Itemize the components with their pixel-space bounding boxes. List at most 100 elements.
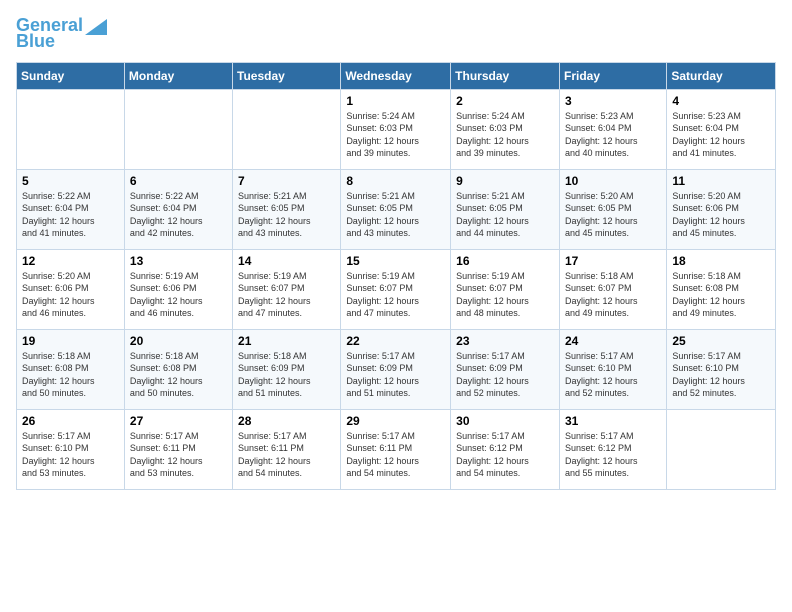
day-number: 3 — [565, 94, 661, 108]
day-number: 26 — [22, 414, 119, 428]
day-number: 31 — [565, 414, 661, 428]
day-number: 20 — [130, 334, 227, 348]
calendar-cell: 8 Sunrise: 5:21 AM Sunset: 6:05 PM Daylig… — [341, 169, 451, 249]
day-number: 23 — [456, 334, 554, 348]
day-number: 7 — [238, 174, 335, 188]
day-info: Sunrise: 5:17 AM Sunset: 6:11 PM Dayligh… — [346, 430, 445, 480]
day-number: 4 — [672, 94, 770, 108]
calendar-header-sunday: Sunday — [17, 62, 125, 89]
day-info: Sunrise: 5:18 AM Sunset: 6:08 PM Dayligh… — [22, 350, 119, 400]
day-number: 19 — [22, 334, 119, 348]
day-info: Sunrise: 5:17 AM Sunset: 6:10 PM Dayligh… — [22, 430, 119, 480]
day-number: 13 — [130, 254, 227, 268]
calendar-week-row: 26 Sunrise: 5:17 AM Sunset: 6:10 PM Dayli… — [17, 409, 776, 489]
day-number: 28 — [238, 414, 335, 428]
day-info: Sunrise: 5:21 AM Sunset: 6:05 PM Dayligh… — [456, 190, 554, 240]
logo: General Blue — [16, 16, 107, 52]
calendar-cell: 17 Sunrise: 5:18 AM Sunset: 6:07 PM Dayli… — [559, 249, 666, 329]
calendar-cell: 3 Sunrise: 5:23 AM Sunset: 6:04 PM Daylig… — [559, 89, 666, 169]
day-number: 18 — [672, 254, 770, 268]
day-info: Sunrise: 5:17 AM Sunset: 6:09 PM Dayligh… — [346, 350, 445, 400]
day-info: Sunrise: 5:18 AM Sunset: 6:08 PM Dayligh… — [672, 270, 770, 320]
calendar-cell: 24 Sunrise: 5:17 AM Sunset: 6:10 PM Dayli… — [559, 329, 666, 409]
day-number: 9 — [456, 174, 554, 188]
day-number: 14 — [238, 254, 335, 268]
calendar-cell: 16 Sunrise: 5:19 AM Sunset: 6:07 PM Dayli… — [451, 249, 560, 329]
calendar-header-row: SundayMondayTuesdayWednesdayThursdayFrid… — [17, 62, 776, 89]
day-info: Sunrise: 5:18 AM Sunset: 6:09 PM Dayligh… — [238, 350, 335, 400]
calendar-header-wednesday: Wednesday — [341, 62, 451, 89]
day-number: 30 — [456, 414, 554, 428]
day-info: Sunrise: 5:19 AM Sunset: 6:07 PM Dayligh… — [238, 270, 335, 320]
calendar-cell: 14 Sunrise: 5:19 AM Sunset: 6:07 PM Dayli… — [233, 249, 341, 329]
day-number: 11 — [672, 174, 770, 188]
day-info: Sunrise: 5:19 AM Sunset: 6:06 PM Dayligh… — [130, 270, 227, 320]
calendar-cell: 20 Sunrise: 5:18 AM Sunset: 6:08 PM Dayli… — [124, 329, 232, 409]
calendar-cell — [233, 89, 341, 169]
day-info: Sunrise: 5:17 AM Sunset: 6:10 PM Dayligh… — [565, 350, 661, 400]
day-number: 17 — [565, 254, 661, 268]
calendar-cell: 27Sunrise: 5:17 AM Sunset: 6:11 PM Dayli… — [124, 409, 232, 489]
calendar-week-row: 12Sunrise: 5:20 AM Sunset: 6:06 PM Dayli… — [17, 249, 776, 329]
calendar-header-thursday: Thursday — [451, 62, 560, 89]
calendar-cell: 6Sunrise: 5:22 AM Sunset: 6:04 PM Daylig… — [124, 169, 232, 249]
day-info: Sunrise: 5:23 AM Sunset: 6:04 PM Dayligh… — [565, 110, 661, 160]
calendar-cell: 1 Sunrise: 5:24 AM Sunset: 6:03 PM Daylig… — [341, 89, 451, 169]
day-info: Sunrise: 5:19 AM Sunset: 6:07 PM Dayligh… — [346, 270, 445, 320]
calendar-cell: 22 Sunrise: 5:17 AM Sunset: 6:09 PM Dayli… — [341, 329, 451, 409]
day-number: 5 — [22, 174, 119, 188]
day-number: 15 — [346, 254, 445, 268]
calendar-cell: 2Sunrise: 5:24 AM Sunset: 6:03 PM Daylig… — [451, 89, 560, 169]
calendar-cell: 26 Sunrise: 5:17 AM Sunset: 6:10 PM Dayli… — [17, 409, 125, 489]
day-number: 12 — [22, 254, 119, 268]
logo-blue-text: Blue — [16, 32, 55, 52]
day-number: 25 — [672, 334, 770, 348]
day-info: Sunrise: 5:22 AM Sunset: 6:04 PM Dayligh… — [22, 190, 119, 240]
day-number: 22 — [346, 334, 445, 348]
calendar-week-row: 1 Sunrise: 5:24 AM Sunset: 6:03 PM Daylig… — [17, 89, 776, 169]
calendar-cell — [124, 89, 232, 169]
day-info: Sunrise: 5:17 AM Sunset: 6:11 PM Dayligh… — [238, 430, 335, 480]
calendar-cell: 23 Sunrise: 5:17 AM Sunset: 6:09 PM Dayli… — [451, 329, 560, 409]
calendar-cell: 12Sunrise: 5:20 AM Sunset: 6:06 PM Dayli… — [17, 249, 125, 329]
day-info: Sunrise: 5:22 AM Sunset: 6:04 PM Dayligh… — [130, 190, 227, 240]
day-info: Sunrise: 5:18 AM Sunset: 6:07 PM Dayligh… — [565, 270, 661, 320]
day-number: 16 — [456, 254, 554, 268]
day-info: Sunrise: 5:17 AM Sunset: 6:11 PM Dayligh… — [130, 430, 227, 480]
calendar-cell: 13 Sunrise: 5:19 AM Sunset: 6:06 PM Dayli… — [124, 249, 232, 329]
calendar-cell: 31Sunrise: 5:17 AM Sunset: 6:12 PM Dayli… — [559, 409, 666, 489]
calendar-cell — [667, 409, 776, 489]
day-info: Sunrise: 5:20 AM Sunset: 6:05 PM Dayligh… — [565, 190, 661, 240]
calendar-week-row: 19 Sunrise: 5:18 AM Sunset: 6:08 PM Dayli… — [17, 329, 776, 409]
calendar-table: SundayMondayTuesdayWednesdayThursdayFrid… — [16, 62, 776, 490]
calendar-cell — [17, 89, 125, 169]
calendar-cell: 29 Sunrise: 5:17 AM Sunset: 6:11 PM Dayli… — [341, 409, 451, 489]
calendar-cell: 19 Sunrise: 5:18 AM Sunset: 6:08 PM Dayli… — [17, 329, 125, 409]
day-number: 21 — [238, 334, 335, 348]
day-info: Sunrise: 5:18 AM Sunset: 6:08 PM Dayligh… — [130, 350, 227, 400]
calendar-cell: 30Sunrise: 5:17 AM Sunset: 6:12 PM Dayli… — [451, 409, 560, 489]
calendar-cell: 18 Sunrise: 5:18 AM Sunset: 6:08 PM Dayli… — [667, 249, 776, 329]
day-number: 8 — [346, 174, 445, 188]
calendar-cell: 4 Sunrise: 5:23 AM Sunset: 6:04 PM Daylig… — [667, 89, 776, 169]
day-info: Sunrise: 5:17 AM Sunset: 6:10 PM Dayligh… — [672, 350, 770, 400]
day-number: 29 — [346, 414, 445, 428]
day-number: 24 — [565, 334, 661, 348]
calendar-header-monday: Monday — [124, 62, 232, 89]
logo-icon — [85, 19, 107, 35]
day-info: Sunrise: 5:21 AM Sunset: 6:05 PM Dayligh… — [346, 190, 445, 240]
day-number: 1 — [346, 94, 445, 108]
calendar-cell: 5 Sunrise: 5:22 AM Sunset: 6:04 PM Daylig… — [17, 169, 125, 249]
day-info: Sunrise: 5:20 AM Sunset: 6:06 PM Dayligh… — [672, 190, 770, 240]
day-number: 2 — [456, 94, 554, 108]
calendar-cell: 11 Sunrise: 5:20 AM Sunset: 6:06 PM Dayli… — [667, 169, 776, 249]
calendar-cell: 10Sunrise: 5:20 AM Sunset: 6:05 PM Dayli… — [559, 169, 666, 249]
calendar-cell: 25 Sunrise: 5:17 AM Sunset: 6:10 PM Dayli… — [667, 329, 776, 409]
day-info: Sunrise: 5:19 AM Sunset: 6:07 PM Dayligh… — [456, 270, 554, 320]
day-info: Sunrise: 5:17 AM Sunset: 6:09 PM Dayligh… — [456, 350, 554, 400]
day-info: Sunrise: 5:23 AM Sunset: 6:04 PM Dayligh… — [672, 110, 770, 160]
calendar-header-saturday: Saturday — [667, 62, 776, 89]
calendar-cell: 9 Sunrise: 5:21 AM Sunset: 6:05 PM Daylig… — [451, 169, 560, 249]
calendar-cell: 15 Sunrise: 5:19 AM Sunset: 6:07 PM Dayli… — [341, 249, 451, 329]
day-info: Sunrise: 5:24 AM Sunset: 6:03 PM Dayligh… — [346, 110, 445, 160]
